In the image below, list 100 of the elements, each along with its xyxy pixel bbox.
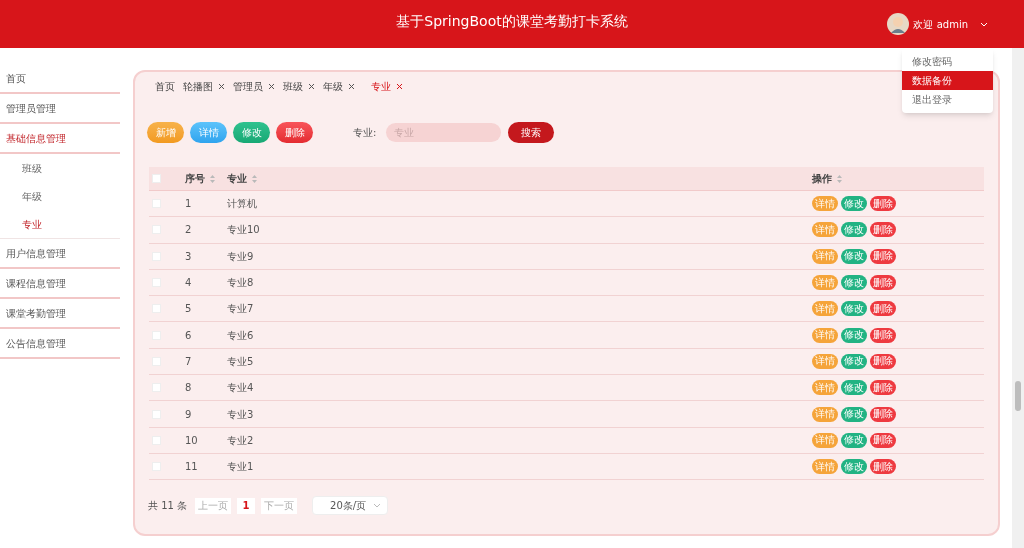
row-action-button[interactable]: 删除 [870, 380, 896, 396]
submenu-item[interactable]: 年级 [0, 182, 120, 210]
chevron-down-icon [373, 503, 382, 509]
chevron-down-icon[interactable] [980, 21, 988, 27]
row-action-button[interactable]: 详情 [812, 432, 838, 448]
sidebar-item[interactable]: 用户信息管理 [0, 239, 120, 269]
tab[interactable]: 管理员 [233, 78, 263, 94]
table-cell-text: 1 [185, 197, 193, 212]
row-action-button[interactable]: 修改 [841, 275, 867, 291]
column-header: 序号 [185, 172, 205, 186]
row-action-button[interactable]: 修改 [841, 301, 867, 317]
row-action-button[interactable]: 删除 [870, 275, 896, 291]
table-cell-text: 专业9 [227, 249, 255, 264]
toolbar-button[interactable]: 详情 [190, 121, 227, 143]
sidebar-item[interactable]: 基础信息管理 [0, 124, 120, 154]
tab[interactable]: 轮播图 [183, 78, 213, 94]
row-action-button[interactable]: 修改 [841, 406, 867, 422]
close-icon[interactable] [268, 82, 275, 90]
sort-icon[interactable] [251, 173, 258, 184]
sidebar-item[interactable]: 管理员管理 [0, 94, 120, 124]
row-action-button[interactable]: 删除 [870, 406, 896, 422]
page-size-select[interactable]: 20条/页 [312, 496, 389, 516]
welcome-user[interactable]: 欢迎 admin [913, 16, 968, 32]
table-cell-text: 6 [185, 328, 193, 343]
table-cell-text: 专业4 [227, 381, 255, 396]
table-cell-text: 专业6 [227, 328, 255, 343]
close-icon[interactable] [308, 82, 315, 90]
toolbar-button[interactable]: 新增 [147, 121, 184, 143]
avatar-icon [887, 13, 910, 35]
column-header: 操作 [812, 172, 832, 186]
table-cell-text: 4 [185, 276, 193, 291]
row-action-button[interactable]: 删除 [870, 353, 896, 369]
table-cell-text: 专业10 [227, 223, 261, 238]
table-cell-text: 专业2 [227, 433, 255, 448]
table-cell-text: 专业1 [227, 460, 255, 475]
checkbox[interactable] [152, 174, 161, 183]
row-action-button[interactable]: 删除 [870, 327, 896, 343]
sort-icon[interactable] [209, 173, 216, 184]
table-cell-text: 2 [185, 223, 193, 238]
row-action-button[interactable]: 删除 [870, 301, 896, 317]
row-action-button[interactable]: 修改 [841, 196, 867, 212]
tab[interactable]: 首页 [155, 78, 175, 94]
submenu-item[interactable]: 专业 [0, 210, 120, 238]
row-action-button[interactable]: 删除 [870, 432, 896, 448]
close-icon[interactable] [218, 82, 225, 90]
row-action-button[interactable]: 删除 [870, 196, 896, 212]
sort-icon[interactable] [836, 173, 843, 184]
menu-item[interactable]: 数据备份 [902, 71, 993, 90]
page-number[interactable]: 1 [237, 497, 256, 514]
table-cell-text: 8 [185, 381, 193, 396]
table-cell-text: 专业5 [227, 354, 255, 369]
row-action-button[interactable]: 修改 [841, 459, 867, 475]
row-action-button[interactable]: 详情 [812, 353, 838, 369]
row-action-button[interactable]: 删除 [870, 248, 896, 264]
sidebar-item[interactable]: 公告信息管理 [0, 329, 120, 359]
row-action-button[interactable]: 删除 [870, 222, 896, 238]
submenu-item[interactable]: 班级 [0, 154, 120, 182]
column-header: 专业 [227, 172, 247, 186]
total-count: 共 11 条 [148, 499, 188, 514]
row-action-button[interactable]: 详情 [812, 196, 838, 212]
app-title: 基于SpringBoot的课堂考勤打卡系统 [396, 11, 628, 31]
scrollbar-thumb[interactable] [1015, 381, 1021, 411]
row-action-button[interactable]: 详情 [812, 406, 838, 422]
toolbar-button[interactable]: 修改 [233, 121, 270, 143]
row-action-button[interactable]: 详情 [812, 222, 838, 238]
sidebar-item[interactable]: 课堂考勤管理 [0, 299, 120, 329]
table-cell-text: 专业8 [227, 276, 255, 291]
row-action-button[interactable]: 详情 [812, 380, 838, 396]
row-action-button[interactable]: 详情 [812, 248, 838, 264]
row-action-button[interactable]: 详情 [812, 459, 838, 475]
row-action-button[interactable]: 修改 [841, 432, 867, 448]
menu-item[interactable]: 修改密码 [902, 52, 993, 71]
table-cell-text: 11 [185, 460, 199, 475]
table-cell-text: 9 [185, 407, 193, 422]
row-action-button[interactable]: 详情 [812, 327, 838, 343]
table-cell-text: 7 [185, 354, 193, 369]
table-cell-text: 计算机 [227, 197, 258, 212]
tab[interactable]: 专业 [371, 78, 391, 94]
close-icon[interactable] [348, 82, 355, 90]
row-action-button[interactable]: 修改 [841, 380, 867, 396]
table-cell-text: 专业3 [227, 407, 255, 422]
table-cell-text: 专业7 [227, 302, 255, 317]
menu-item[interactable]: 退出登录 [902, 90, 993, 109]
sidebar-item[interactable]: 课程信息管理 [0, 269, 120, 299]
row-action-button[interactable]: 修改 [841, 248, 867, 264]
tab[interactable]: 年级 [323, 78, 343, 94]
row-action-button[interactable]: 详情 [812, 275, 838, 291]
row-action-button[interactable]: 删除 [870, 459, 896, 475]
search-label: 专业: [353, 125, 377, 140]
search-button[interactable]: 搜索 [508, 121, 555, 143]
tab[interactable]: 班级 [283, 78, 303, 94]
row-action-button[interactable]: 详情 [812, 301, 838, 317]
close-icon[interactable] [396, 82, 403, 90]
row-action-button[interactable]: 修改 [841, 222, 867, 238]
table-cell-text: 3 [185, 249, 193, 264]
row-action-button[interactable]: 修改 [841, 353, 867, 369]
row-action-button[interactable]: 修改 [841, 327, 867, 343]
sidebar-item[interactable]: 首页 [0, 64, 120, 94]
table-cell-text: 10 [185, 433, 199, 448]
toolbar-button[interactable]: 删除 [276, 121, 313, 143]
